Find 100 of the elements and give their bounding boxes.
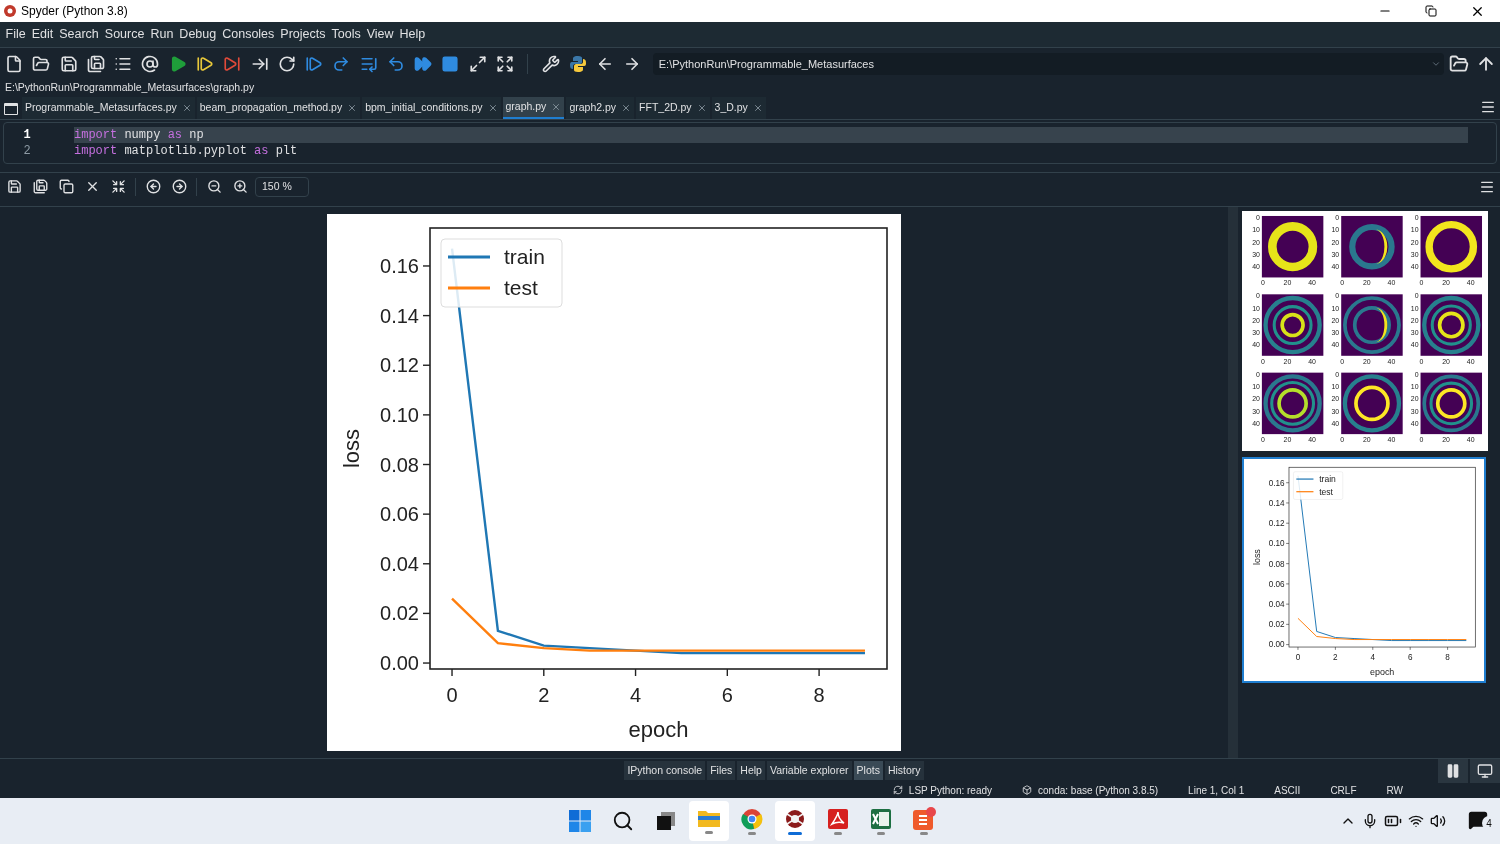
menu-item[interactable]: Help (397, 25, 428, 44)
spreadsheet-icon (870, 807, 892, 830)
cube-icon (1022, 785, 1033, 795)
sync-icon (892, 785, 903, 795)
legend-box (1293, 471, 1343, 500)
tick-label: 0.12 (380, 354, 419, 377)
spider-icon (784, 807, 806, 830)
close-tab-icon (621, 103, 632, 113)
menu-item[interactable]: Run (147, 25, 176, 44)
axis-label: loss (1252, 549, 1263, 566)
menu-item[interactable]: Debug (176, 25, 219, 44)
line-number: 2 (22, 143, 32, 160)
pane-tab[interactable]: IPython console (624, 760, 706, 781)
tick-label: 0.12 (1268, 519, 1285, 529)
tick-mark (451, 668, 453, 677)
menu-item[interactable]: Source (102, 25, 147, 44)
tick-mark (422, 463, 431, 466)
editor-tab[interactable]: graph.py (502, 97, 565, 119)
heatmap (1261, 215, 1324, 278)
status-item: conda: base (Python 3.8.5) (1038, 783, 1159, 798)
pause-icon (1445, 762, 1461, 779)
dropdown-icon (1431, 59, 1442, 69)
pane-tab[interactable]: Files (707, 760, 736, 781)
tick-label: 0.10 (380, 403, 419, 426)
status-item: RW (1386, 783, 1403, 798)
line-number: 1 (22, 127, 32, 144)
tick-mark (726, 668, 729, 677)
tick-mark (1285, 563, 1290, 564)
file-path: E:\PythonRun\Programmable_Metasurfaces\graph.py (5, 80, 255, 96)
pane-tab[interactable]: Variable explorer (766, 760, 852, 781)
code-line: import matplotlib.pyplot as plt (74, 143, 299, 159)
pane-tab[interactable]: Plots (853, 760, 883, 781)
tick-mark (422, 265, 431, 267)
tick-label: 0.02 (380, 602, 419, 625)
tick-mark (1285, 624, 1290, 625)
legend-label: train (1319, 473, 1336, 484)
menu-item[interactable]: Projects (277, 25, 328, 44)
tick-mark (1447, 646, 1448, 651)
tick-mark (634, 668, 637, 677)
spider-app-button[interactable] (775, 801, 815, 841)
close-tab-icon (487, 103, 498, 113)
tick-mark (1285, 482, 1290, 483)
heatmap (1420, 294, 1482, 356)
heatmap (1420, 215, 1482, 278)
tick-mark (1285, 583, 1290, 585)
heatmap (1341, 372, 1403, 435)
search-icon (612, 810, 634, 832)
tick-label: 0.00 (380, 652, 419, 675)
heatmap (1341, 294, 1403, 356)
folder-app-button[interactable] (689, 801, 729, 841)
zoom-field[interactable]: 150 % (255, 176, 309, 197)
status-item: CRLF (1330, 783, 1357, 798)
close-tab-icon (181, 103, 192, 113)
tick-mark (1285, 543, 1290, 544)
browser-icon (741, 807, 763, 830)
plot-thumbnail[interactable]: 0.00 0.02 0.04 0.06 0.08 0.10 0.12 0.14 0.16 0 2 4 6 8 epoch loss train test (1242, 457, 1486, 683)
menu-icon (1480, 99, 1496, 115)
menu-item[interactable]: Search (56, 25, 102, 44)
tick-label: 8 (813, 684, 825, 706)
menu-item[interactable]: Tools (329, 25, 364, 44)
editor-tab[interactable]: FFT_2D.py (636, 97, 710, 119)
axis-label: epoch (628, 717, 689, 742)
pane-tab[interactable]: Help (737, 760, 765, 781)
close-tab-icon (347, 103, 358, 113)
tick-mark (1335, 646, 1336, 651)
tick-mark (1285, 522, 1290, 524)
tick-label: 0.08 (1268, 559, 1285, 569)
volume-icon (1430, 813, 1446, 829)
axis-label: epoch (1369, 666, 1395, 677)
menu-item[interactable]: Consoles (219, 25, 277, 44)
legend-label: test (504, 276, 538, 299)
editor-tab[interactable]: 3_D.py (711, 97, 766, 119)
editor-tab[interactable]: graph2.py (566, 97, 635, 119)
editor-tab[interactable]: bpm_initial_conditions.py (362, 97, 501, 119)
pause-button[interactable] (1438, 758, 1468, 783)
tick-label: 0.06 (1268, 579, 1285, 589)
heatmap (1261, 372, 1324, 435)
tick-label: 8 (1445, 653, 1450, 663)
editor-tab[interactable]: Programmable_Metasurfaces.py (22, 97, 195, 119)
tick-label: 0.04 (1268, 600, 1285, 609)
tick-label: 6 (1407, 653, 1413, 663)
heatmap (1341, 215, 1403, 278)
tick-mark (422, 513, 431, 515)
tick-label: 0.16 (380, 254, 419, 277)
tick-label: 6 (721, 684, 733, 706)
menu-item[interactable]: Edit (29, 25, 56, 44)
pane-tab[interactable]: History (884, 760, 924, 781)
windows-logo-icon (569, 810, 591, 832)
restore-icon (1425, 5, 1437, 17)
screen-button[interactable] (1470, 758, 1500, 783)
directory-field[interactable]: E:\PythonRun\Programmable_Metasurfaces (652, 53, 1445, 75)
pdf-icon (827, 807, 849, 830)
app-icon (3, 4, 17, 18)
menu-item[interactable]: File (3, 25, 29, 44)
monitor-icon (1477, 762, 1493, 779)
tick-mark (422, 612, 431, 615)
tick-mark (1409, 646, 1411, 651)
editor-tab[interactable]: beam_propagation_method.py (196, 97, 361, 119)
tick-mark (422, 662, 431, 664)
menu-item[interactable]: View (364, 25, 397, 44)
